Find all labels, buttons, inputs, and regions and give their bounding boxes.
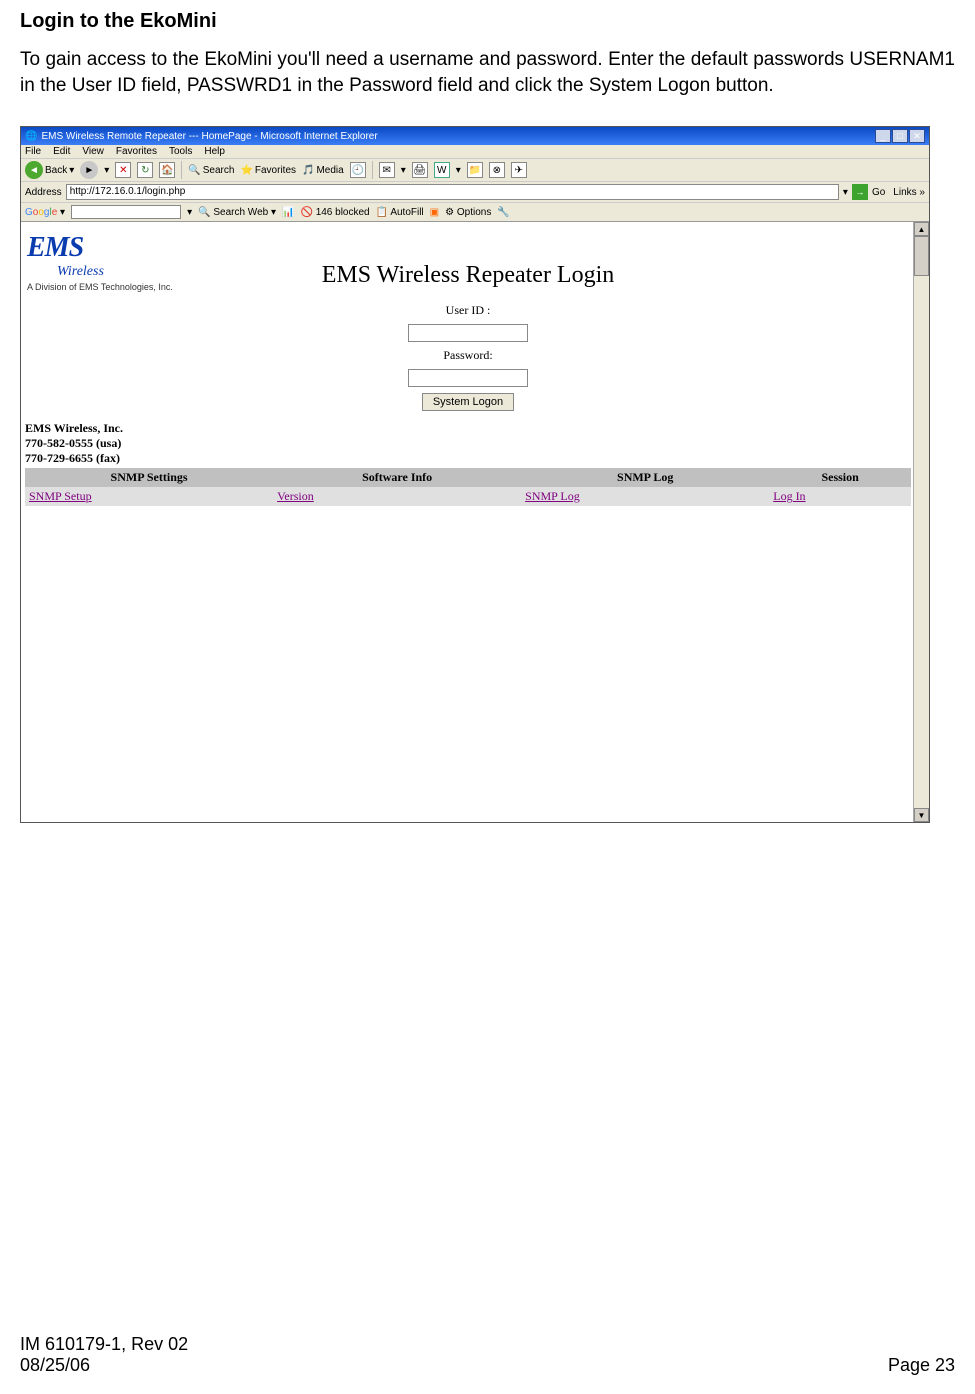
window-title-bar: 🌐 EMS Wireless Remote Repeater --- HomeP… — [21, 127, 929, 145]
minimize-button[interactable]: _ — [875, 129, 891, 143]
address-dropdown-icon[interactable]: ▾ — [843, 187, 848, 198]
scroll-thumb[interactable] — [914, 236, 929, 276]
nav-table: SNMP Settings Software Info SNMP Log Ses… — [25, 468, 911, 506]
nav-header-snmp-settings: SNMP Settings — [25, 468, 273, 487]
refresh-button[interactable]: ↻ — [137, 162, 153, 178]
favorites-button[interactable]: ⭐ Favorites — [240, 165, 296, 176]
footer-date: 08/25/06 — [20, 1355, 188, 1376]
search-button[interactable]: 🔍 Search — [188, 165, 234, 176]
nav-link-snmp-setup[interactable]: SNMP Setup — [29, 489, 92, 503]
close-button[interactable]: ✕ — [909, 129, 925, 143]
login-form: User ID : Password: System Logon — [25, 303, 911, 411]
separator — [372, 161, 373, 179]
media-button[interactable]: 🎵 Media — [302, 165, 344, 176]
google-options-button[interactable]: ⚙ Options — [445, 207, 491, 218]
address-label: Address — [25, 187, 62, 198]
menu-help[interactable]: Help — [204, 146, 225, 157]
maximize-button[interactable]: □ — [892, 129, 908, 143]
back-icon: ◄ — [25, 161, 43, 179]
dropdown-icon: ▾ — [456, 165, 461, 176]
nav-link-version[interactable]: Version — [277, 489, 314, 503]
browser-screenshot: 🌐 EMS Wireless Remote Repeater --- HomeP… — [20, 126, 930, 823]
page-content: ▲ ▼ EMS Wireless A Division of EMS Techn… — [21, 222, 929, 822]
dropdown-icon: ▾ — [104, 165, 109, 176]
menu-bar: File Edit View Favorites Tools Help — [21, 145, 929, 158]
footer-doc-id: IM 610179-1, Rev 02 — [20, 1334, 188, 1355]
scroll-up-icon[interactable]: ▲ — [914, 222, 929, 236]
menu-edit[interactable]: Edit — [53, 146, 70, 157]
scrollbar[interactable]: ▲ ▼ — [913, 222, 929, 822]
password-input[interactable] — [408, 369, 528, 387]
print-button[interactable]: 🖨 — [412, 162, 428, 178]
tool-button-2[interactable]: ✈ — [511, 162, 527, 178]
menu-tools[interactable]: Tools — [169, 146, 192, 157]
menu-favorites[interactable]: Favorites — [116, 146, 157, 157]
nav-link-login[interactable]: Log In — [773, 489, 805, 503]
google-search-input[interactable] — [71, 205, 181, 219]
favorites-label: Favorites — [255, 165, 296, 176]
menu-file[interactable]: File — [25, 146, 41, 157]
google-search-dropdown[interactable]: ▾ — [187, 207, 192, 218]
menu-view[interactable]: View — [82, 146, 104, 157]
google-blogger-button[interactable]: ▣ — [430, 207, 439, 218]
dropdown-icon: ▾ — [401, 165, 406, 176]
window-title: EMS Wireless Remote Repeater --- HomePag… — [41, 131, 377, 142]
browser-toolbar: ◄ Back ▾ ► ▾ ✕ ↻ 🏠 🔍 Search ⭐ Favorites … — [21, 158, 929, 181]
go-label: Go — [872, 187, 885, 198]
contact-company: EMS Wireless, Inc. — [25, 421, 911, 436]
nav-header-software-info: Software Info — [273, 468, 521, 487]
google-autofill-button[interactable]: 📋 AutoFill — [376, 207, 424, 218]
user-id-input[interactable] — [408, 324, 528, 342]
back-label: Back — [45, 165, 67, 176]
mail-button[interactable]: ✉ — [379, 162, 395, 178]
contact-block: EMS Wireless, Inc. 770-582-0555 (usa) 77… — [25, 421, 911, 466]
folder-button[interactable]: 📁 — [467, 162, 483, 178]
google-logo: Google ▾ — [25, 207, 65, 218]
system-logon-button[interactable]: System Logon — [422, 393, 514, 411]
back-button[interactable]: ◄ Back ▾ — [25, 161, 74, 179]
google-toolbar: Google ▾ ▾ 🔍 Search Web ▾ 📊 🚫 146 blocke… — [21, 202, 929, 222]
google-pagerank-button[interactable]: 📊 — [282, 207, 294, 218]
links-label[interactable]: Links » — [893, 187, 925, 198]
footer-page-number: Page 23 — [888, 1355, 955, 1376]
home-button[interactable]: 🏠 — [159, 162, 175, 178]
edit-button[interactable]: W — [434, 162, 450, 178]
nav-header-row: SNMP Settings Software Info SNMP Log Ses… — [25, 468, 911, 487]
address-bar: Address http://172.16.0.1/login.php ▾ → … — [21, 181, 929, 202]
intro-paragraph: To gain access to the EkoMini you'll nee… — [20, 47, 955, 98]
nav-link-row: SNMP Setup Version SNMP Log Log In — [25, 487, 911, 506]
history-button[interactable]: 🕘 — [350, 162, 366, 178]
tool-button-1[interactable]: ⊗ — [489, 162, 505, 178]
ie-icon: 🌐 — [25, 131, 37, 142]
ems-logo-text: EMS — [27, 232, 909, 264]
contact-fax: 770-729-6655 (fax) — [25, 451, 911, 466]
section-title: Login to the EkoMini — [20, 10, 955, 33]
media-label: Media — [316, 165, 343, 176]
scroll-down-icon[interactable]: ▼ — [914, 808, 929, 822]
google-extra-icon[interactable]: 🔧 — [497, 207, 509, 218]
separator — [181, 161, 182, 179]
google-search-web-button[interactable]: 🔍 Search Web ▾ — [198, 207, 276, 218]
nav-header-session: Session — [769, 468, 911, 487]
forward-button[interactable]: ► — [80, 161, 98, 179]
search-label: Search — [203, 165, 235, 176]
nav-link-snmp-log[interactable]: SNMP Log — [525, 489, 580, 503]
go-button[interactable]: → — [852, 184, 868, 200]
contact-phone: 770-582-0555 (usa) — [25, 436, 911, 451]
document-footer: IM 610179-1, Rev 02 08/25/06 Page 23 — [20, 1334, 955, 1376]
nav-header-snmp-log: SNMP Log — [521, 468, 769, 487]
user-id-label: User ID : — [446, 303, 491, 318]
password-label: Password: — [443, 348, 492, 363]
stop-button[interactable]: ✕ — [115, 162, 131, 178]
google-blocked-button[interactable]: 🚫 146 blocked — [300, 207, 369, 218]
address-input[interactable]: http://172.16.0.1/login.php — [66, 184, 839, 200]
